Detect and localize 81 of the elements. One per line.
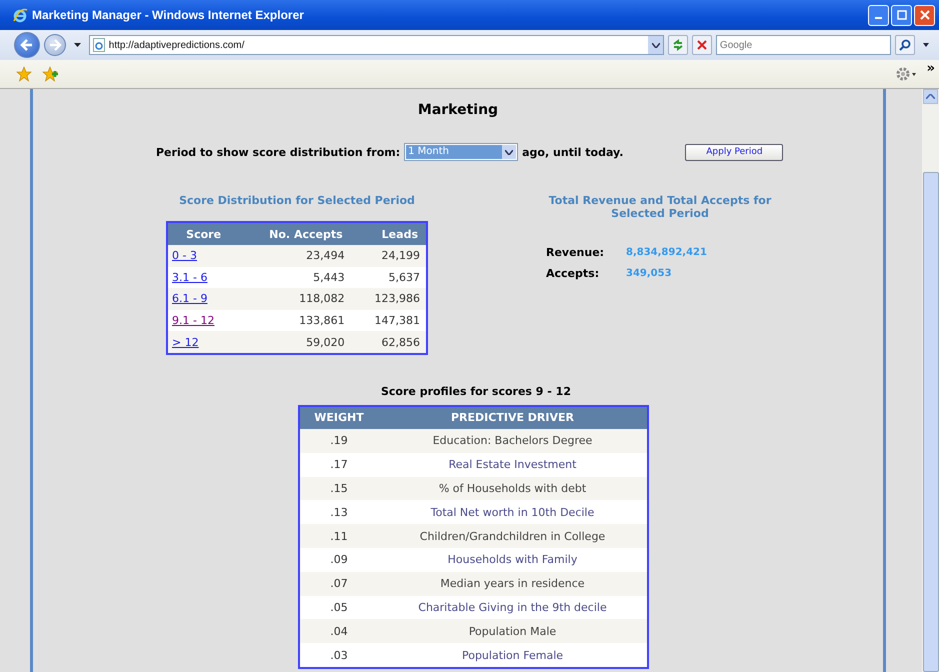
dropdown-caret-icon[interactable] — [74, 43, 81, 47]
table-cell: Total Net worth in 10th Decile — [378, 500, 648, 524]
page-icon — [92, 38, 105, 52]
total-value: 349,053 — [626, 268, 672, 279]
table-cell: .05 — [299, 596, 378, 620]
back-button[interactable] — [14, 32, 40, 58]
score-range-link[interactable]: 0 - 3 — [172, 249, 197, 262]
table-cell: .15 — [299, 476, 378, 500]
search-icon — [899, 39, 912, 51]
stop-icon — [696, 40, 707, 50]
search-field[interactable]: Google — [716, 35, 892, 55]
period-label: Period to show score distribution from: — [156, 146, 400, 158]
period-suffix: ago, until today. — [522, 146, 624, 158]
total-value: 8,834,892,421 — [626, 247, 707, 258]
section-title: Total Revenue and Total Accepts for Selected Period — [548, 194, 772, 220]
table-cell: .13 — [299, 500, 378, 524]
scroll-bar[interactable] — [922, 89, 939, 672]
close-icon — [920, 10, 930, 20]
table-cell: .07 — [299, 572, 378, 596]
table-cell: Median years in residence — [378, 572, 648, 596]
address-field[interactable]: http://adaptivepredictions.com/ — [88, 35, 664, 55]
search-options-caret-icon[interactable] — [923, 43, 930, 47]
star-icon[interactable] — [16, 66, 32, 82]
table-cell: Education: Bachelors Degree — [378, 428, 648, 453]
forward-button[interactable] — [44, 34, 66, 56]
table-cell: % of Households with debt — [378, 476, 648, 500]
table-cell: .17 — [299, 452, 378, 477]
minimize-icon — [875, 17, 882, 19]
column-header: No. Accepts — [239, 222, 351, 245]
table-cell: Households with Family — [378, 548, 648, 572]
table-cell: .19 — [299, 428, 378, 453]
total-label: Accepts: — [546, 267, 600, 280]
stop-button[interactable] — [692, 35, 712, 55]
table-cell: .09 — [299, 548, 378, 572]
table-cell: 5,443 — [239, 266, 351, 288]
profiles-title: Score profiles for scores 9 - 12 — [380, 384, 572, 398]
add-star-icon[interactable] — [42, 66, 58, 82]
apply-period-button[interactable]: Apply Period — [685, 144, 784, 160]
table-cell: Population Female — [378, 643, 648, 668]
table-cell: Real Estate Investment — [378, 452, 648, 477]
gear-icon[interactable] — [894, 66, 917, 82]
table-cell: Population Male — [378, 619, 648, 644]
maximize-button[interactable] — [891, 4, 912, 26]
column-header: Leads — [350, 222, 427, 245]
table-cell: .03 — [299, 643, 378, 668]
browser-logo-icon — [12, 7, 28, 23]
address-dropdown-icon[interactable] — [648, 36, 664, 54]
table-cell: 133,861 — [239, 310, 351, 332]
column-header: Score — [167, 222, 240, 245]
total-label: Revenue: — [546, 246, 606, 259]
table-cell: 24,199 — [350, 245, 427, 267]
table-cell: 123,986 — [350, 288, 427, 310]
refresh-icon — [672, 39, 684, 51]
chevron-down-icon — [505, 150, 514, 154]
left-arrow-icon — [20, 38, 34, 52]
minimize-button[interactable] — [868, 4, 889, 26]
section-title: Score Distribution for Selected Period — [179, 194, 415, 207]
score-range-link[interactable]: 6.1 - 9 — [172, 292, 208, 306]
search-button[interactable] — [895, 35, 916, 55]
score-range-link[interactable]: > 12 — [172, 336, 199, 349]
table-cell: 147,381 — [350, 310, 427, 332]
window-title: Marketing Manager - Windows Internet Explorer — [32, 8, 304, 22]
table-cell: 118,082 — [239, 288, 351, 310]
table-cell: .11 — [299, 524, 378, 548]
close-button[interactable] — [914, 4, 935, 26]
column-header: PREDICTIVE DRIVER — [378, 406, 648, 429]
table-cell: 5,637 — [350, 266, 427, 288]
score-range-link[interactable]: 3.1 - 6 — [172, 270, 208, 284]
page-title: Marketing — [416, 102, 500, 118]
table-cell: Children/Grandchildren in College — [378, 524, 648, 548]
refresh-button[interactable] — [668, 35, 688, 55]
table-cell: 23,494 — [239, 245, 351, 267]
column-header: WEIGHT — [299, 406, 378, 429]
maximize-icon — [896, 10, 906, 20]
table-cell: Charitable Giving in the 9th decile — [378, 596, 648, 620]
table-cell: 62,856 — [350, 331, 427, 354]
more-tools-button[interactable]: » — [926, 61, 935, 76]
table-cell: .04 — [299, 619, 378, 644]
right-arrow-icon — [48, 38, 62, 52]
score-range-link[interactable]: 9.1 - 12 — [172, 314, 214, 328]
table-cell: 59,020 — [239, 331, 351, 354]
